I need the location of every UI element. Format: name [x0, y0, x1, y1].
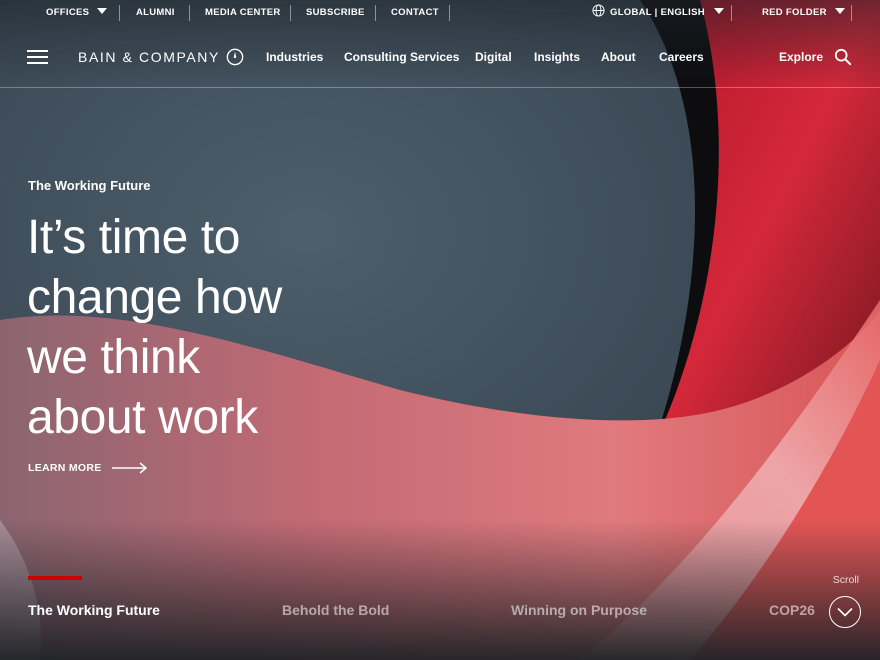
tab-behold-the-bold[interactable]: Behold the Bold: [282, 602, 389, 618]
globe-icon: [592, 4, 605, 17]
red-folder-dropdown[interactable]: RED FOLDER: [762, 0, 845, 26]
divider: [851, 5, 852, 21]
learn-more-label: LEARN MORE: [28, 462, 102, 474]
logo[interactable]: BAIN & COMPANY: [78, 48, 244, 66]
active-tab-indicator: [28, 576, 82, 580]
caret-down-icon: [834, 8, 845, 14]
caret-down-icon: [97, 8, 108, 14]
hero-eyebrow: The Working Future: [28, 178, 151, 193]
tab-winning-on-purpose[interactable]: Winning on Purpose: [511, 602, 647, 618]
divider: [290, 5, 291, 21]
offices-label: OFFICES: [46, 7, 90, 18]
subscribe-link[interactable]: SUBSCRIBE: [306, 0, 365, 26]
scroll-down-button[interactable]: [829, 596, 861, 628]
chevron-down-icon: [837, 607, 853, 617]
explore-link[interactable]: Explore: [779, 50, 823, 64]
arrow-right-icon: [111, 462, 147, 474]
headline-line: about work: [27, 391, 258, 444]
tab-the-working-future[interactable]: The Working Future: [28, 602, 160, 618]
alumni-link[interactable]: ALUMNI: [136, 0, 175, 26]
divider: [731, 5, 732, 21]
headline-line: It’s time to: [27, 211, 241, 264]
nav-industries[interactable]: Industries: [266, 50, 323, 64]
logo-text: BAIN & COMPANY: [78, 49, 220, 65]
hamburger-icon[interactable]: [27, 50, 48, 65]
nav-insights[interactable]: Insights: [534, 50, 580, 64]
search-icon[interactable]: [834, 48, 852, 66]
media-center-link[interactable]: MEDIA CENTER: [205, 0, 281, 26]
main-nav: BAIN & COMPANY Industries Consulting Ser…: [0, 26, 880, 88]
nav-careers[interactable]: Careers: [659, 50, 704, 64]
nav-digital[interactable]: Digital: [475, 50, 512, 64]
contact-link[interactable]: CONTACT: [391, 0, 439, 26]
locale-selector[interactable]: GLOBAL | ENGLISH: [592, 0, 724, 26]
divider: [375, 5, 376, 21]
headline-line: we think: [27, 331, 200, 384]
divider: [449, 5, 450, 21]
divider: [119, 5, 120, 21]
nav-about[interactable]: About: [601, 50, 636, 64]
utility-bar: OFFICES ALUMNI MEDIA CENTER SUBSCRIBE CO…: [0, 0, 880, 26]
compass-logo-icon: [226, 48, 244, 66]
scroll-label: Scroll: [832, 574, 859, 586]
nav-consulting-services[interactable]: Consulting Services: [344, 50, 459, 64]
locale-label: GLOBAL | ENGLISH: [610, 7, 705, 18]
headline-line: change how: [27, 271, 282, 324]
offices-dropdown[interactable]: OFFICES: [46, 0, 108, 26]
red-folder-label: RED FOLDER: [762, 7, 827, 18]
divider: [189, 5, 190, 21]
caret-down-icon: [713, 8, 724, 14]
tab-cop26[interactable]: COP26: [769, 602, 815, 618]
learn-more-link[interactable]: LEARN MORE: [28, 462, 148, 474]
hero-headline: It’s time to change how we think about w…: [27, 208, 427, 448]
